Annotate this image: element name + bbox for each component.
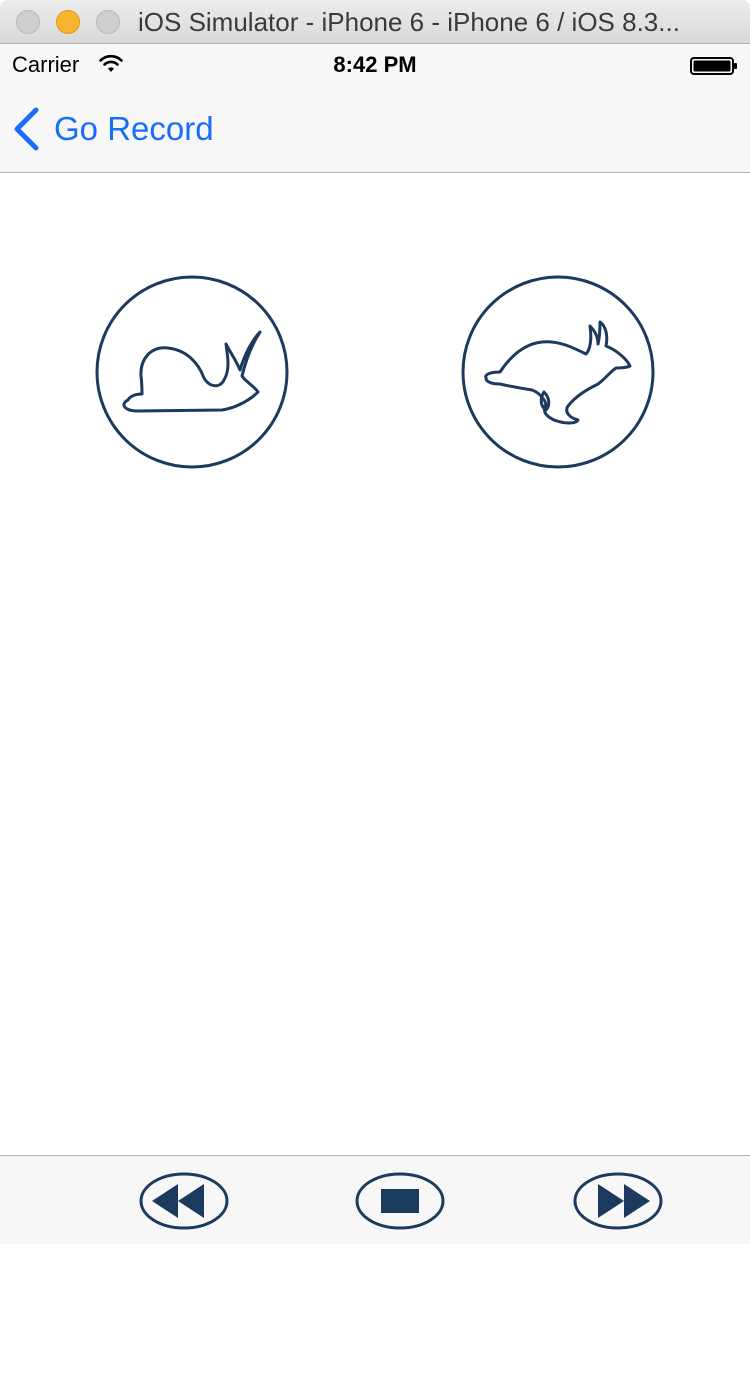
- chevron-left-icon: [14, 107, 39, 151]
- fast-forward-button[interactable]: [572, 1172, 664, 1230]
- stop-button[interactable]: [354, 1172, 446, 1230]
- stop-icon: [355, 1172, 445, 1230]
- rabbit-icon: [461, 275, 655, 469]
- window-close-button[interactable]: [16, 10, 40, 34]
- battery-icon: [690, 57, 737, 75]
- window-title: iOS Simulator - iPhone 6 - iPhone 6 / iO…: [138, 7, 680, 37]
- playback-toolbar: [0, 1155, 750, 1244]
- window-minimize-button[interactable]: [56, 10, 80, 34]
- rewind-icon: [139, 1172, 229, 1230]
- fast-playback-button[interactable]: [460, 274, 656, 470]
- snail-icon: [95, 275, 289, 469]
- window-titlebar: iOS Simulator - iPhone 6 - iPhone 6 / iO…: [0, 0, 750, 44]
- status-time: 8:42 PM: [333, 52, 417, 77]
- status-bar: Carrier 8:42 PM: [0, 45, 750, 85]
- window-zoom-button[interactable]: [96, 10, 120, 34]
- slow-playback-button[interactable]: [94, 274, 290, 470]
- rewind-button[interactable]: [138, 1172, 230, 1230]
- navigation-bar: Go Record: [0, 85, 750, 173]
- back-button-label: Go Record: [54, 110, 214, 147]
- fast-forward-icon: [573, 1172, 663, 1230]
- back-button[interactable]: Go Record: [12, 105, 214, 153]
